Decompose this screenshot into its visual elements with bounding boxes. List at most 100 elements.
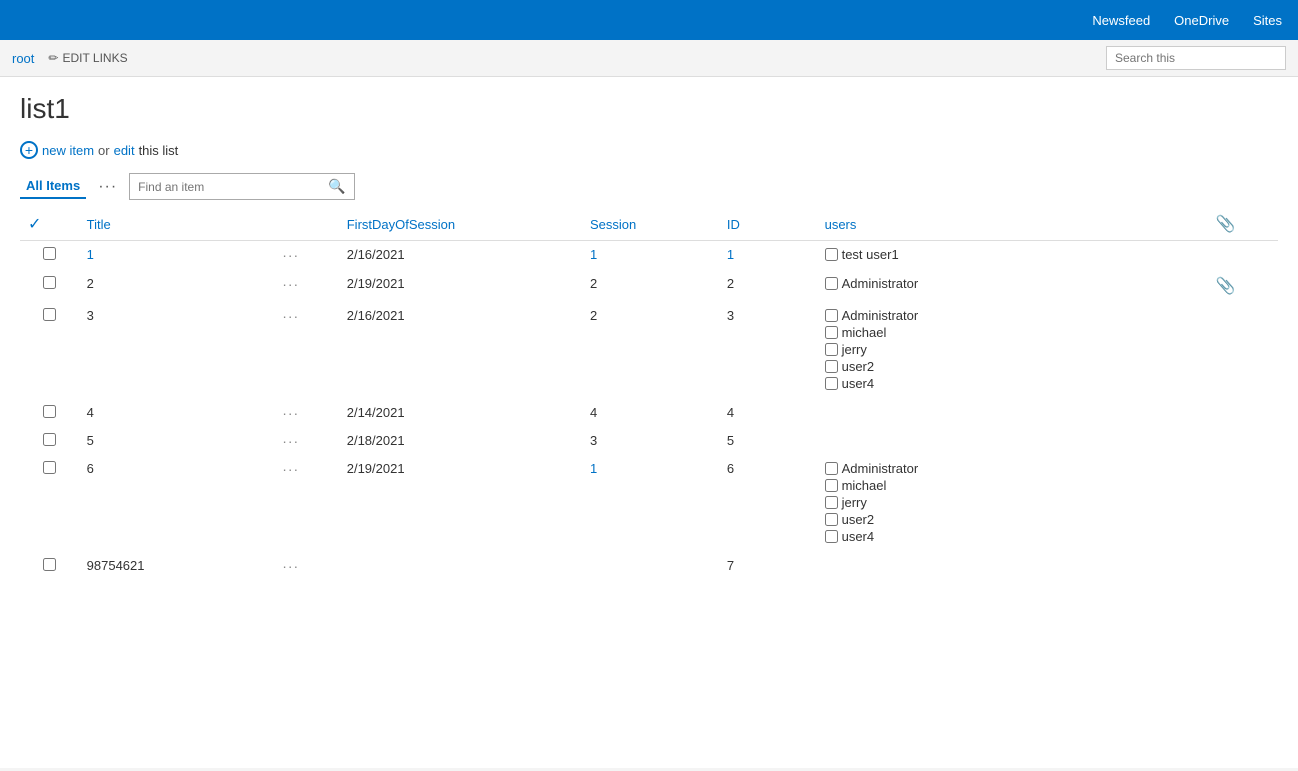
user-name: michael	[842, 478, 887, 493]
row-checkbox-cell	[20, 399, 79, 427]
row-title-cell: 4	[79, 399, 275, 427]
new-item-button[interactable]: + new item	[20, 141, 94, 159]
user-checkbox[interactable]	[825, 309, 838, 322]
edit-list-link[interactable]: edit	[114, 143, 135, 158]
row-title-cell: 5	[79, 427, 275, 455]
sites-link[interactable]: Sites	[1253, 13, 1282, 28]
search-top-input[interactable]	[1106, 46, 1286, 70]
row-date-cell: 2/14/2021	[339, 399, 582, 427]
col-header-title[interactable]: Title	[79, 208, 275, 241]
breadcrumb-root[interactable]: root	[12, 51, 34, 66]
row-session-cell: 2	[582, 270, 719, 302]
find-item-search-button[interactable]: 🔍	[320, 174, 353, 199]
row-attach-cell	[1208, 427, 1278, 455]
paperclip-icon: 📎	[1216, 278, 1236, 295]
col-header-users[interactable]: users	[817, 208, 1208, 241]
newsfeed-link[interactable]: Newsfeed	[1092, 13, 1150, 28]
user-checkbox[interactable]	[825, 377, 838, 390]
row-date-cell	[339, 552, 582, 580]
row-checkbox[interactable]	[43, 308, 56, 321]
table-row: 6···2/19/202116Administratormichaeljerry…	[20, 455, 1278, 552]
row-id-cell: 5	[719, 427, 817, 455]
row-attach-cell: 📎	[1208, 270, 1278, 302]
col-header-attach: 📎	[1208, 208, 1278, 241]
all-items-button[interactable]: All Items	[20, 174, 86, 199]
row-dots-cell: ···	[274, 552, 339, 580]
plus-icon: +	[20, 141, 38, 159]
pencil-icon: ✏	[48, 51, 58, 65]
row-id-link[interactable]: 1	[727, 247, 734, 262]
edit-links-label: EDIT LINKS	[62, 51, 127, 65]
row-users-cell: Administrator	[817, 270, 1208, 302]
row-title-link[interactable]: 1	[87, 247, 94, 262]
row-title-cell: 3	[79, 302, 275, 399]
row-checkbox[interactable]	[43, 461, 56, 474]
row-ellipsis-button[interactable]: ···	[282, 558, 299, 574]
toolbar-ellipsis-button[interactable]: ···	[94, 176, 121, 198]
user-checkbox[interactable]	[825, 479, 838, 492]
check-header: ✓	[20, 208, 79, 241]
user-checkbox-row: jerry	[825, 342, 1200, 357]
row-users-cell	[817, 427, 1208, 455]
row-ellipsis-button[interactable]: ···	[282, 276, 299, 292]
row-ellipsis-button[interactable]: ···	[282, 247, 299, 263]
user-checkbox[interactable]	[825, 496, 838, 509]
row-attach-cell	[1208, 241, 1278, 271]
row-checkbox-cell	[20, 270, 79, 302]
row-session-cell: 1	[582, 455, 719, 552]
table-header-row: ✓ Title FirstDayOfSession Session ID use…	[20, 208, 1278, 241]
row-id-cell: 1	[719, 241, 817, 271]
user-checkbox[interactable]	[825, 248, 838, 261]
onedrive-link[interactable]: OneDrive	[1174, 13, 1229, 28]
user-checkbox[interactable]	[825, 513, 838, 526]
user-checkbox[interactable]	[825, 462, 838, 475]
row-checkbox[interactable]	[43, 276, 56, 289]
row-checkbox-cell	[20, 241, 79, 271]
row-checkbox[interactable]	[43, 405, 56, 418]
user-checkbox[interactable]	[825, 343, 838, 356]
row-checkbox[interactable]	[43, 558, 56, 571]
user-checkbox-row: Administrator	[825, 308, 1200, 323]
row-attach-cell	[1208, 399, 1278, 427]
row-session-cell	[582, 552, 719, 580]
col-header-session[interactable]: Session	[582, 208, 719, 241]
user-checkbox[interactable]	[825, 360, 838, 373]
row-id-cell: 7	[719, 552, 817, 580]
row-session-link[interactable]: 1	[590, 247, 597, 262]
row-checkbox-cell	[20, 302, 79, 399]
find-item-box: 🔍	[129, 173, 354, 200]
row-id-cell: 2	[719, 270, 817, 302]
edit-links-button[interactable]: ✏ EDIT LINKS	[42, 49, 133, 67]
row-checkbox[interactable]	[43, 433, 56, 446]
col-header-dots	[274, 208, 339, 241]
row-ellipsis-button[interactable]: ···	[282, 461, 299, 477]
row-session-cell: 1	[582, 241, 719, 271]
col-header-firstday[interactable]: FirstDayOfSession	[339, 208, 582, 241]
user-name: user4	[842, 529, 875, 544]
row-session-link[interactable]: 1	[590, 461, 597, 476]
row-attach-cell	[1208, 302, 1278, 399]
user-checkbox[interactable]	[825, 277, 838, 290]
row-checkbox-cell	[20, 427, 79, 455]
col-header-id[interactable]: ID	[719, 208, 817, 241]
row-dots-cell: ···	[274, 399, 339, 427]
row-ellipsis-button[interactable]: ···	[282, 405, 299, 421]
user-checkbox[interactable]	[825, 326, 838, 339]
row-checkbox-cell	[20, 455, 79, 552]
list-table: ✓ Title FirstDayOfSession Session ID use…	[20, 208, 1278, 580]
row-checkbox[interactable]	[43, 247, 56, 260]
row-date-cell: 2/19/2021	[339, 270, 582, 302]
user-checkbox[interactable]	[825, 530, 838, 543]
row-id-cell: 4	[719, 399, 817, 427]
row-date-cell: 2/16/2021	[339, 302, 582, 399]
row-ellipsis-button[interactable]: ···	[282, 433, 299, 449]
user-checkbox-row: Administrator	[825, 461, 1200, 476]
row-dots-cell: ···	[274, 302, 339, 399]
find-item-input[interactable]	[130, 176, 320, 198]
user-checkbox-row: user4	[825, 529, 1200, 544]
row-dots-cell: ···	[274, 427, 339, 455]
table-row: 2···2/19/202122Administrator📎	[20, 270, 1278, 302]
row-ellipsis-button[interactable]: ···	[282, 308, 299, 324]
row-dots-cell: ···	[274, 455, 339, 552]
row-users-cell: test user1	[817, 241, 1208, 271]
